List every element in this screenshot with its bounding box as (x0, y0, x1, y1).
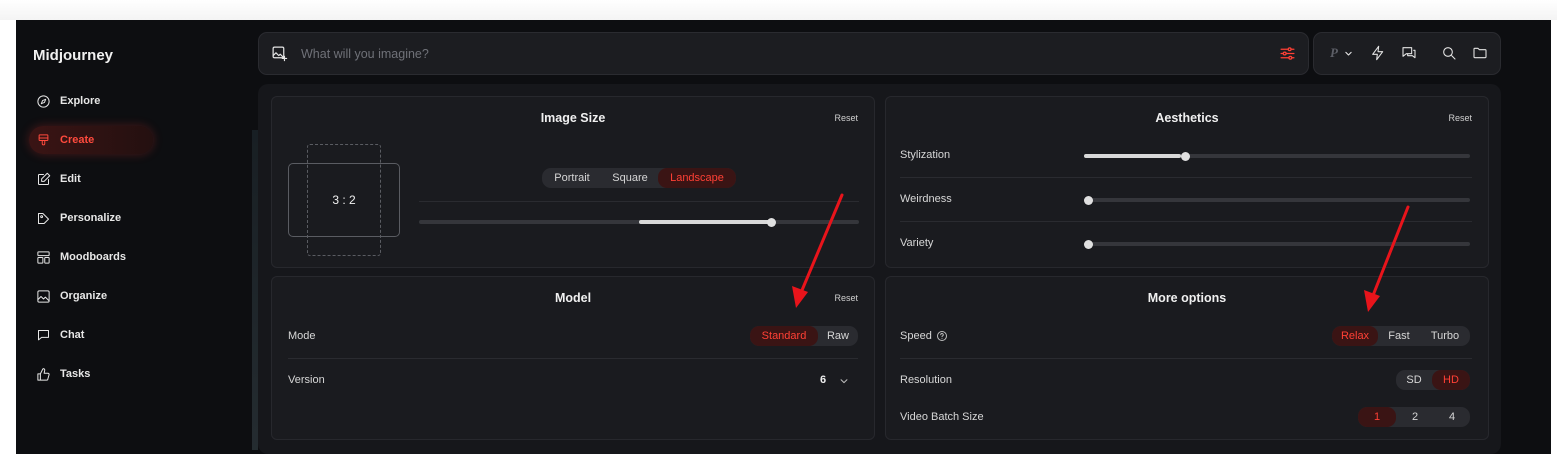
batch-size-2[interactable]: 2 (1396, 407, 1434, 427)
sidebar-item-tasks[interactable]: Tasks (29, 360, 153, 388)
mode-standard[interactable]: Standard (750, 326, 818, 346)
aspect-ratio-slider-fill (639, 220, 771, 224)
chat-icon (35, 327, 51, 343)
thumbs-up-icon (35, 366, 51, 382)
resolution-label: Resolution (900, 374, 952, 386)
sidebar-item-label: Moodboards (60, 251, 126, 263)
sidebar-item-create[interactable]: Create (29, 126, 153, 154)
sidebar-item-edit[interactable]: Edit (29, 165, 153, 193)
variety-slider-thumb[interactable] (1084, 240, 1093, 249)
divider (900, 358, 1472, 359)
model-reset-button[interactable]: Reset (834, 293, 858, 303)
stylization-label: Stylization (900, 149, 951, 161)
speed-label: Speed (900, 330, 932, 342)
speed-toggle: Relax Fast Turbo (1332, 326, 1470, 346)
image-size-reset-button[interactable]: Reset (834, 113, 858, 123)
settings-sliders-icon[interactable] (1279, 45, 1296, 67)
model-card: Model Reset Mode Standard Raw Version 6 (271, 276, 875, 440)
sidebar-item-chat[interactable]: Chat (29, 321, 153, 349)
prompt-input[interactable] (299, 41, 1243, 67)
personalize-icon (35, 210, 51, 226)
batch-size-1[interactable]: 1 (1358, 407, 1396, 427)
sidebar-item-label: Edit (60, 173, 81, 185)
stylization-slider-thumb[interactable] (1180, 152, 1190, 161)
speed-turbo[interactable]: Turbo (1420, 326, 1470, 346)
mode-toggle: Standard Raw (750, 326, 858, 346)
model-title: Model (554, 291, 592, 305)
resolution-sd[interactable]: SD (1396, 370, 1432, 390)
folder-icon[interactable] (1472, 45, 1488, 61)
lightning-icon[interactable] (1370, 45, 1386, 61)
add-image-icon[interactable] (271, 45, 288, 67)
search-icon[interactable] (1441, 45, 1457, 61)
speed-label-row: Speed (900, 330, 948, 342)
sidebar-item-personalize[interactable]: Personalize (29, 204, 153, 232)
sidebar-item-label: Chat (60, 329, 85, 341)
divider (900, 221, 1472, 222)
sidebar-item-label: Create (60, 134, 95, 146)
aesthetics-reset-button[interactable]: Reset (1448, 113, 1472, 123)
orientation-landscape[interactable]: Landscape (658, 168, 736, 188)
sidebar-item-label: Explore (60, 95, 101, 107)
app-logo: Midjourney (33, 47, 114, 64)
sidebar-item-moodboards[interactable]: Moodboards (29, 243, 153, 271)
mode-label: Mode (288, 330, 316, 342)
sidebar: Midjourney Explore Create Edit Personali… (16, 20, 251, 454)
profile-letter: P (1330, 45, 1338, 60)
version-value[interactable]: 6 (820, 374, 826, 386)
top-fade (0, 0, 1557, 20)
weirdness-slider-thumb[interactable] (1084, 196, 1093, 205)
orientation-portrait[interactable]: Portrait (542, 168, 602, 188)
resolution-hd[interactable]: HD (1432, 370, 1470, 390)
chevron-down-icon[interactable] (839, 376, 849, 386)
chat-bubbles-icon[interactable] (1401, 45, 1417, 61)
moodboard-icon (35, 249, 51, 265)
stylization-slider-fill (1084, 154, 1181, 158)
video-batch-size-label: Video Batch Size (900, 411, 984, 423)
resolution-toggle: SD HD (1396, 370, 1470, 390)
speed-relax[interactable]: Relax (1332, 326, 1378, 346)
divider (288, 358, 858, 359)
orientation-square[interactable]: Square (602, 168, 658, 188)
aesthetics-title: Aesthetics (1155, 111, 1219, 125)
sidebar-item-label: Personalize (60, 212, 122, 224)
aspect-ratio-slider-thumb[interactable] (766, 218, 776, 227)
divider (419, 201, 859, 202)
video-batch-size-toggle: 1 2 4 (1358, 407, 1470, 427)
sidebar-item-label: Tasks (60, 368, 91, 380)
more-options-title: More options (1147, 291, 1227, 305)
sidebar-item-organize[interactable]: Organize (29, 282, 153, 310)
settings-panel: Image Size Reset 3 : 2 Portrait Square L… (258, 84, 1501, 454)
variety-label: Variety (900, 237, 934, 249)
more-options-card: More options Speed Relax Fast Turbo Reso… (885, 276, 1489, 440)
divider (900, 177, 1472, 178)
image-icon (35, 288, 51, 304)
image-size-card: Image Size Reset 3 : 2 Portrait Square L… (271, 96, 875, 268)
paintbrush-icon (35, 132, 51, 148)
sidebar-item-label: Organize (60, 290, 108, 302)
batch-size-4[interactable]: 4 (1434, 407, 1470, 427)
weirdness-label: Weirdness (900, 193, 952, 205)
mode-raw[interactable]: Raw (818, 326, 858, 346)
orientation-toggle: Portrait Square Landscape (542, 168, 736, 188)
sidebar-item-explore[interactable]: Explore (29, 87, 153, 115)
edit-icon (35, 171, 51, 187)
prompt-bar (258, 32, 1309, 75)
version-label: Version (288, 374, 325, 386)
chevron-down-icon (1344, 49, 1353, 58)
speed-fast[interactable]: Fast (1378, 326, 1420, 346)
image-size-title: Image Size (540, 111, 606, 125)
variety-slider-track[interactable] (1084, 242, 1470, 246)
app-window: Midjourney Explore Create Edit Personali… (16, 20, 1551, 454)
aspect-ratio-value: 3 : 2 (332, 193, 356, 207)
help-icon[interactable] (936, 330, 948, 342)
aesthetics-card: Aesthetics Reset Stylization Weirdness V… (885, 96, 1489, 268)
compass-icon (35, 93, 51, 109)
weirdness-slider-track[interactable] (1084, 198, 1470, 202)
profile-selector[interactable]: P (1330, 45, 1353, 61)
tool-bar: P (1313, 32, 1501, 75)
